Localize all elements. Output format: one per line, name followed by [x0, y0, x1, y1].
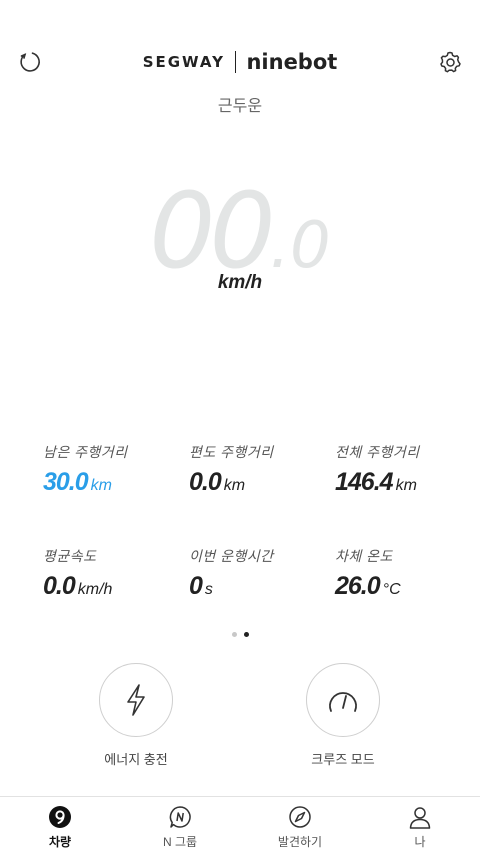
stat-unit: km: [395, 477, 417, 494]
energy-charge-circle[interactable]: [99, 663, 173, 737]
vehicle-status: 근두운: [217, 98, 263, 115]
stat-value: 146.4: [335, 468, 394, 496]
compass-icon: [289, 806, 311, 828]
brand-ninebot: ninebot: [246, 50, 338, 74]
page-indicator: [0, 632, 480, 637]
stat-value: 26.0: [335, 572, 381, 600]
energy-charge-label: 에너지 충전: [104, 752, 168, 767]
brand-logo: SEGWAY ninebot: [0, 48, 480, 76]
stat-unit: km/h: [77, 581, 113, 598]
stat-value: 0.0: [43, 572, 76, 600]
stat-unit: km: [90, 477, 112, 494]
cruise-mode-label: 크루즈 모드: [311, 752, 375, 767]
ninebot-vehicle-icon: [49, 806, 71, 828]
stat-unit: km: [223, 477, 246, 494]
stat-total-distance: 전체 주행거리 146.4 km: [335, 442, 480, 497]
nav-item-me[interactable]: 나: [360, 797, 480, 855]
n-group-icon: [169, 806, 191, 828]
nav-label: 차량: [48, 835, 72, 849]
stat-remaining-range: 남은 주행거리 30.0 km: [43, 442, 193, 497]
speed-unit: km/h: [217, 272, 263, 293]
nav-label: 나: [414, 835, 426, 849]
person-icon: [409, 807, 431, 829]
stat-label: 편도 주행거리: [189, 444, 274, 460]
settings-button[interactable]: [432, 44, 468, 80]
stat-label: 이번 운행시간: [189, 548, 274, 564]
stat-value: 0: [189, 572, 203, 600]
brand-divider: [234, 51, 237, 73]
speedometer-icon: [329, 692, 357, 712]
stat-label: 전체 주행거리: [335, 444, 420, 460]
stat-unit: °C: [382, 581, 401, 598]
energy-charge-button[interactable]: 에너지 충전: [76, 663, 196, 768]
cruise-mode-button[interactable]: 크루즈 모드: [283, 663, 403, 768]
stat-average-speed: 평균속도 0.0 km/h: [43, 546, 193, 601]
gear-icon: [440, 51, 461, 73]
page-dot-active[interactable]: [243, 632, 249, 637]
nav-label: N 그룹: [162, 835, 198, 849]
stat-unit: s: [204, 581, 213, 598]
brand-segway: SEGWAY: [142, 53, 225, 71]
stat-label: 남은 주행거리: [43, 444, 128, 460]
stat-ride-time: 이번 운행시간 0s: [189, 546, 339, 601]
nav-item-n-group[interactable]: N 그룹: [120, 797, 240, 855]
bottom-nav: 차량 N 그룹 발견하기 나: [0, 796, 480, 855]
page-dot[interactable]: [231, 632, 237, 637]
nav-item-vehicle[interactable]: 차량: [0, 797, 120, 855]
nav-item-discover[interactable]: 발견하기: [240, 797, 360, 855]
stat-trip-distance: 편도 주행거리 0.0 km: [189, 442, 339, 497]
nav-label: 발견하기: [277, 835, 323, 849]
stat-label: 차체 온도: [335, 548, 393, 564]
stat-value: 30.0: [43, 468, 89, 496]
stat-label: 평균속도: [43, 548, 97, 564]
lightning-icon: [127, 684, 145, 716]
stat-value: 0.0: [189, 468, 222, 496]
cruise-mode-circle[interactable]: [306, 663, 380, 737]
stat-body-temperature: 차체 온도 26.0 °C: [335, 546, 480, 601]
